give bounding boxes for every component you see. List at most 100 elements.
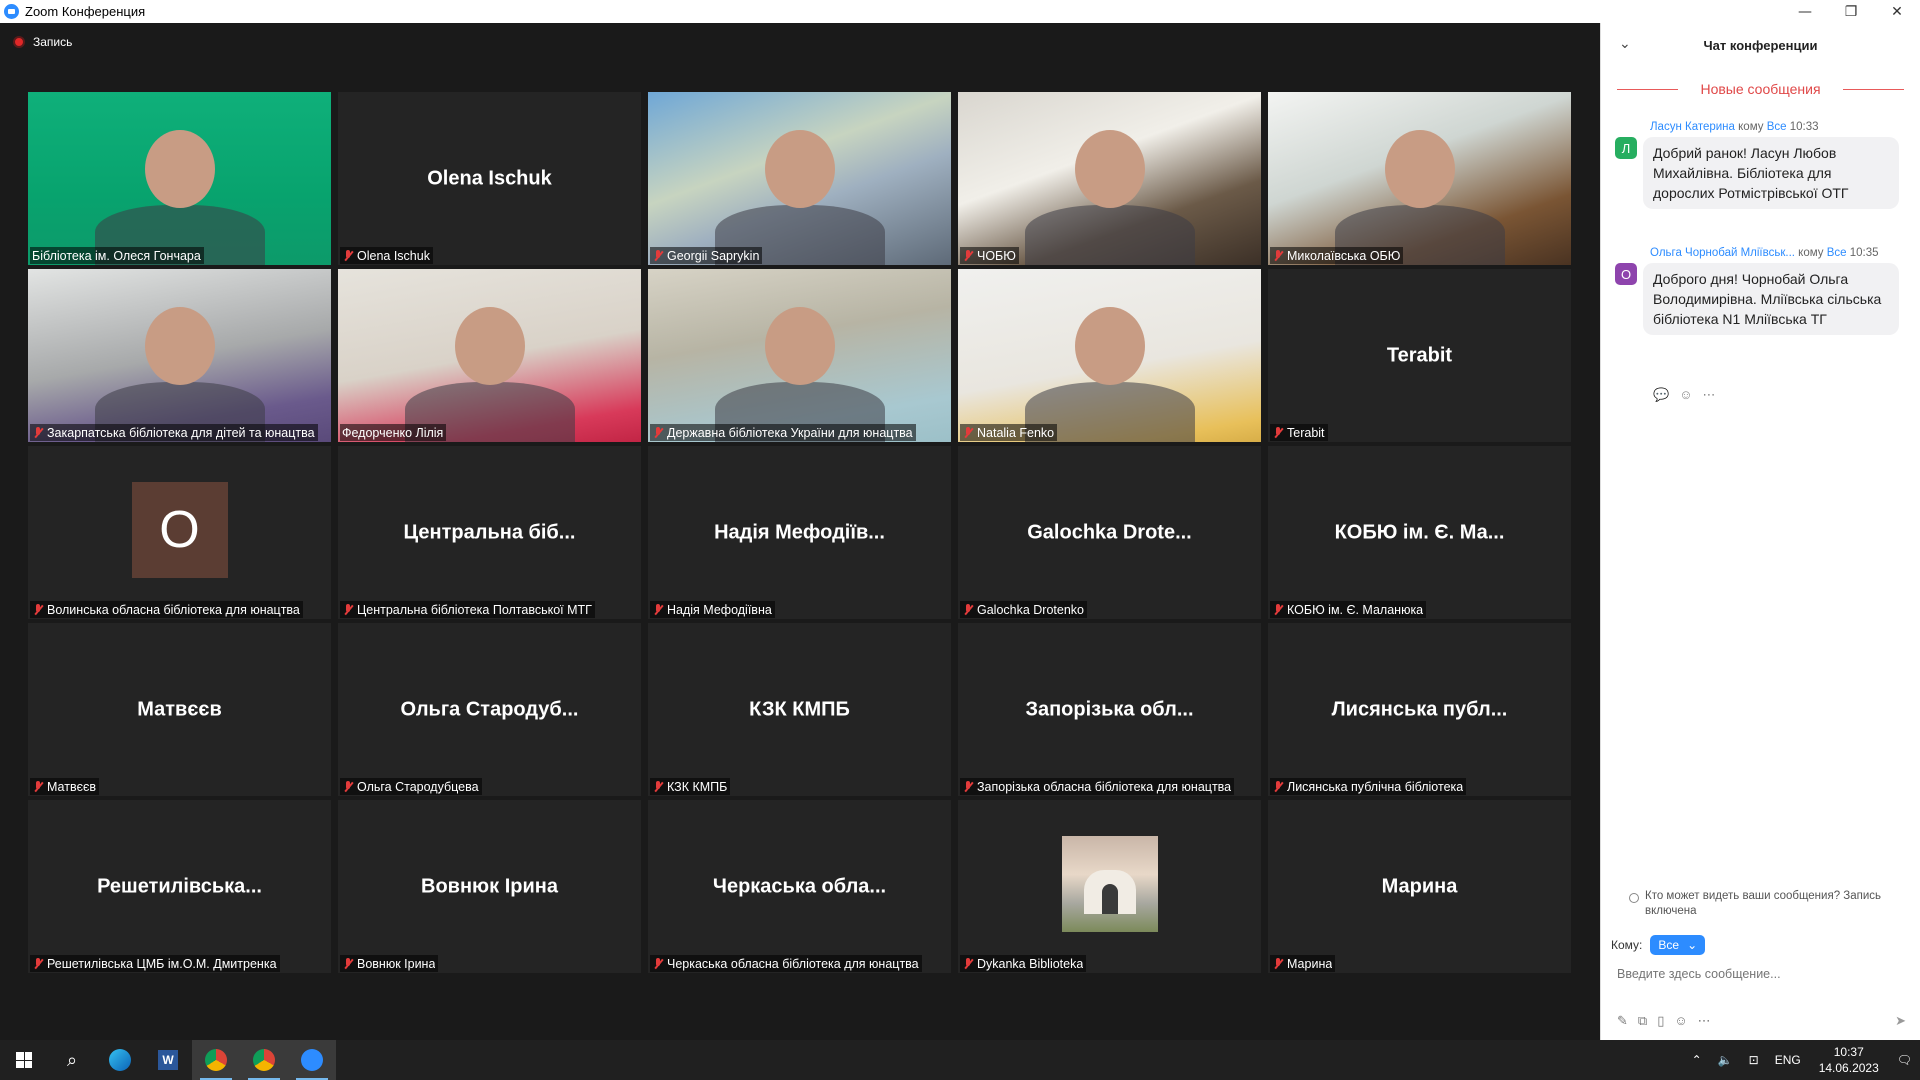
search-button[interactable]: ⌕ — [48, 1040, 96, 1080]
participant-name: Olena Ischuk — [357, 248, 430, 263]
who-can-see-link[interactable]: Кто может видеть ваши сообщения? Запись … — [1629, 889, 1909, 919]
participant-name: Центральна бібліотека Полтавської МТГ — [357, 602, 592, 617]
screenshot-icon[interactable]: ⧉ — [1638, 1013, 1647, 1029]
chat-message-input[interactable] — [1617, 962, 1907, 986]
format-icon[interactable]: ✎ — [1617, 1013, 1628, 1029]
restore-button[interactable]: ❐ — [1828, 0, 1874, 23]
recording-indicator[interactable]: Запись — [13, 35, 72, 49]
participant-nameplate: Ольга Стародубцева — [340, 778, 482, 795]
message-sender[interactable]: Ольга Чорнобай Мліївськ... — [1650, 247, 1795, 259]
participant-tile[interactable]: Державна бібліотека України для юнацтва — [648, 269, 951, 442]
muted-mic-icon — [342, 780, 354, 793]
participant-nameplate: Бібліотека ім. Олеся Гончара — [30, 247, 204, 264]
participant-tile[interactable]: Матвєєв Матвєєв — [28, 623, 331, 796]
participant-tile[interactable]: Центральна біб... Центральна бібліотека П… — [338, 446, 641, 619]
word-app[interactable]: W — [144, 1040, 192, 1080]
chevron-up-icon[interactable]: ⌃ — [1684, 1053, 1710, 1067]
divider-line — [1617, 88, 1679, 90]
participant-video — [958, 269, 1261, 442]
participant-tile[interactable]: Федорченко Лілія — [338, 269, 641, 442]
participant-video — [28, 92, 331, 265]
participant-name: Миколаївська ОБЮ — [1287, 248, 1401, 263]
participant-nameplate: Волинська обласна бібліотека для юнацтва — [30, 601, 303, 618]
participant-tile[interactable]: O Волинська обласна бібліотека для юнацтв… — [28, 446, 331, 619]
muted-mic-icon — [342, 249, 354, 262]
participant-tile[interactable]: Terabit Terabit — [1268, 269, 1571, 442]
volume-icon[interactable]: 🔈 — [1710, 1053, 1741, 1067]
message-time: 10:33 — [1789, 121, 1819, 133]
more-icon[interactable]: ⋯ — [1702, 387, 1715, 403]
window-titlebar: Zoom Конференция — ❐ ✕ — [0, 0, 1920, 23]
participant-name: Бібліотека ім. Олеся Гончара — [32, 248, 201, 263]
participant-tile[interactable]: Миколаївська ОБЮ — [1268, 92, 1571, 265]
reply-icon[interactable]: 💬 — [1653, 387, 1669, 403]
participant-display-name: Черкаська обла... — [712, 875, 887, 897]
edge-app[interactable] — [96, 1040, 144, 1080]
file-icon[interactable]: ▯ — [1657, 1013, 1664, 1029]
participant-display-name: Марина — [1381, 875, 1458, 897]
recipient-dropdown[interactable]: Все ⌄ — [1650, 935, 1706, 955]
chrome-app[interactable] — [192, 1040, 240, 1080]
participant-tile[interactable]: Запорізька обл... Запорізька обласна бібл… — [958, 623, 1261, 796]
participant-tile[interactable]: Ольга Стародуб... Ольга Стародубцева — [338, 623, 641, 796]
participant-tile[interactable]: КОБЮ ім. Є. Ма... КОБЮ ім. Є. Маланюка — [1268, 446, 1571, 619]
close-button[interactable]: ✕ — [1874, 0, 1920, 23]
participant-name: Ольга Стародубцева — [357, 779, 479, 794]
emoji-icon[interactable]: ☺ — [1674, 1013, 1687, 1029]
participant-display-name: Решетилівська... — [97, 875, 262, 897]
participant-tile[interactable]: Бібліотека ім. Олеся Гончара — [28, 92, 331, 265]
participant-tile[interactable]: Черкаська обла... Черкаська обласна біблі… — [648, 800, 951, 973]
participant-name: Надія Мефодіївна — [667, 602, 772, 617]
more-icon[interactable]: ⋯ — [1698, 1013, 1711, 1029]
muted-mic-icon — [32, 603, 44, 616]
participant-nameplate: Миколаївська ОБЮ — [1270, 247, 1404, 264]
participant-tile[interactable]: Решетилівська... Решетилівська ЦМБ ім.О.М… — [28, 800, 331, 973]
clock[interactable]: 10:37 14.06.2023 — [1809, 1044, 1889, 1076]
message-sender[interactable]: Ласун Катерина — [1650, 121, 1735, 133]
participant-tile[interactable]: Вовнюк Ірина Вовнюк Ірина — [338, 800, 641, 973]
participant-tile[interactable]: Galochka Drote... Galochka Drotenko — [958, 446, 1261, 619]
avatar: О — [1615, 263, 1637, 285]
notifications-icon[interactable]: 🗨 — [1889, 1053, 1920, 1067]
minimize-button[interactable]: — — [1782, 0, 1828, 23]
participant-tile[interactable]: Natalia Fenko — [958, 269, 1261, 442]
muted-mic-icon — [652, 249, 664, 262]
window-controls: — ❐ ✕ — [1782, 0, 1920, 23]
participant-silhouette-head — [1074, 130, 1145, 209]
participant-tile[interactable]: Dykanka Biblioteka — [958, 800, 1261, 973]
participant-tile[interactable]: Лисянська публ... Лисянська публічна бібл… — [1268, 623, 1571, 796]
emoji-reaction-icon[interactable]: ☺ — [1679, 387, 1692, 403]
zoom-app[interactable] — [288, 1040, 336, 1080]
recipient-value: Все — [1658, 938, 1680, 952]
participant-tile[interactable]: ЧОБЮ — [958, 92, 1261, 265]
participant-name: ЧОБЮ — [977, 248, 1016, 263]
participant-video — [28, 269, 331, 442]
participant-name: Марина — [1287, 956, 1333, 971]
participant-nameplate: КЗК КМПБ — [650, 778, 731, 795]
participant-tile[interactable]: Olena Ischuk Olena Ischuk — [338, 92, 641, 265]
participant-tile[interactable]: Надія Мефодіїв... Надія Мефодіївна — [648, 446, 951, 619]
message-to-word: кому — [1738, 121, 1764, 133]
chevron-down-icon[interactable]: ⌄ — [1619, 35, 1631, 52]
participant-tile[interactable]: КЗК КМПБ КЗК КМПБ — [648, 623, 951, 796]
start-button[interactable] — [0, 1040, 48, 1080]
participant-video — [648, 269, 951, 442]
participant-tile[interactable]: Закарпатська бібліотека для дітей та юна… — [28, 269, 331, 442]
window-title: Zoom Конференция — [25, 4, 146, 19]
participant-video — [648, 92, 951, 265]
send-icon[interactable]: ➤ — [1895, 1013, 1906, 1029]
participant-nameplate: Olena Ischuk — [340, 247, 433, 264]
participant-nameplate: Закарпатська бібліотека для дітей та юна… — [30, 424, 318, 441]
zoom-logo-icon — [4, 4, 19, 19]
participant-nameplate: Dykanka Biblioteka — [960, 955, 1087, 972]
word-icon: W — [158, 1050, 178, 1070]
language-indicator[interactable]: ENG — [1767, 1053, 1809, 1067]
participant-tile[interactable]: Марина Марина — [1268, 800, 1571, 973]
chrome-app-2[interactable] — [240, 1040, 288, 1080]
participant-avatar: O — [131, 482, 228, 578]
network-icon[interactable]: ⊡ — [1741, 1053, 1767, 1067]
participant-video — [958, 92, 1261, 265]
participant-name: Вовнюк Ірина — [357, 956, 436, 971]
arch-image — [1083, 870, 1136, 914]
participant-tile[interactable]: Georgii Saprykin — [648, 92, 951, 265]
